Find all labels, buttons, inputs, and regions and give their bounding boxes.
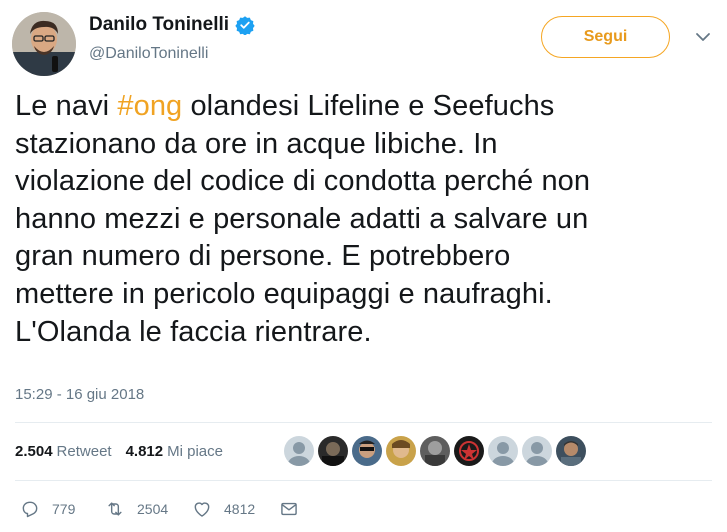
divider-top: [15, 422, 712, 423]
like-button[interactable]: 4812: [192, 499, 266, 519]
liker-avatar[interactable]: [420, 436, 450, 466]
retweet-label[interactable]: Retweet: [57, 443, 112, 460]
like-count[interactable]: 4.812: [126, 443, 164, 460]
liker-avatar[interactable]: [386, 436, 416, 466]
tweet-text: Le navi #ong olandesi Lifeline e Seefuch…: [15, 88, 715, 351]
retweet-button[interactable]: 2504: [105, 499, 179, 519]
envelope-icon: [281, 502, 297, 516]
tweet-text-before: Le navi: [15, 90, 118, 122]
engagement-stats: 2.504 Retweet 4.812 Mi piace: [15, 443, 223, 460]
hashtag-link[interactable]: #ong: [117, 90, 182, 122]
chevron-down-icon[interactable]: [694, 28, 712, 46]
author-name-row[interactable]: Danilo Toninelli: [89, 14, 255, 36]
liker-avatar[interactable]: [284, 436, 314, 466]
liker-avatar[interactable]: [352, 436, 382, 466]
liker-avatar[interactable]: [556, 436, 586, 466]
verified-badge-icon: [235, 16, 255, 35]
reply-button[interactable]: 779: [20, 499, 92, 519]
liker-avatar[interactable]: [488, 436, 518, 466]
author-name[interactable]: Danilo Toninelli: [89, 14, 229, 36]
tweet-text-after: olandesi Lifeline e Seefuchs stazionano …: [15, 90, 591, 348]
likers-avatars: [284, 436, 586, 466]
divider-bottom: [15, 480, 712, 481]
direct-message-button[interactable]: [279, 499, 299, 519]
tweet-timestamp[interactable]: 15:29 - 16 giu 2018: [15, 386, 144, 403]
like-label[interactable]: Mi piace: [167, 443, 223, 460]
liker-avatar[interactable]: [522, 436, 552, 466]
like-action-count: 4812: [224, 501, 256, 517]
author-avatar[interactable]: [12, 12, 76, 76]
reply-count: 779: [52, 501, 76, 517]
author-handle[interactable]: @DaniloToninelli: [89, 45, 208, 63]
heart-icon: [194, 502, 210, 517]
author-avatar-image: [12, 12, 76, 76]
liker-avatar[interactable]: [454, 436, 484, 466]
reply-icon: [22, 501, 38, 518]
retweet-icon: [108, 502, 122, 516]
action-bar: 779 2504 4812: [20, 499, 299, 519]
retweet-count[interactable]: 2.504: [15, 443, 53, 460]
liker-avatar[interactable]: [318, 436, 348, 466]
retweet-action-count: 2504: [137, 501, 169, 517]
follow-button[interactable]: Segui: [541, 16, 670, 58]
